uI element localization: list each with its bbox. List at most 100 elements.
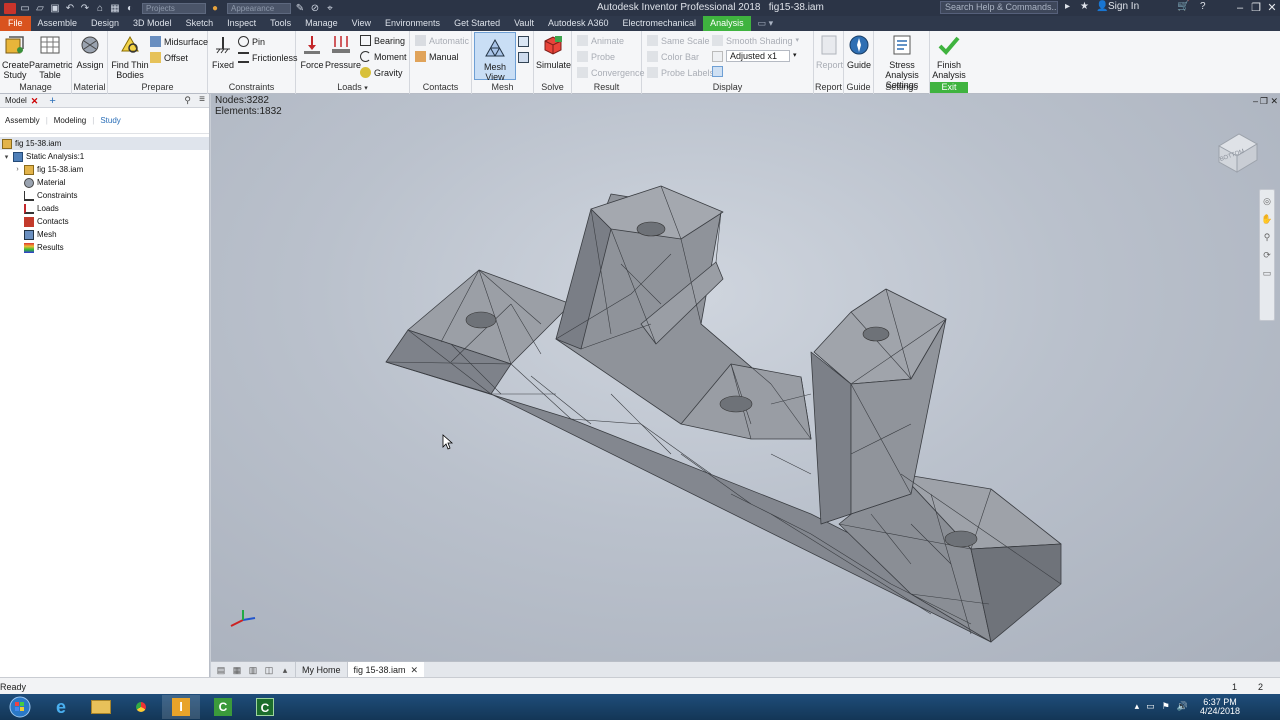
projects-combo[interactable]: Projects bbox=[142, 2, 206, 14]
tree-node-static-analysis[interactable]: ▾ Static Analysis:1 bbox=[3, 150, 84, 163]
view-cube[interactable]: BOTTOM bbox=[1211, 124, 1261, 179]
tab-3d-model[interactable]: 3D Model bbox=[126, 16, 179, 31]
tab-inspect[interactable]: Inspect bbox=[220, 16, 263, 31]
bearing-button[interactable]: Bearing bbox=[360, 35, 405, 46]
tab-tools[interactable]: Tools bbox=[263, 16, 298, 31]
force-button[interactable]: Force bbox=[299, 33, 325, 70]
adjust-icon[interactable]: ✎ bbox=[294, 3, 306, 14]
mode-modeling[interactable]: Modeling bbox=[54, 116, 86, 125]
tab-environments[interactable]: Environments bbox=[378, 16, 447, 31]
tray-expand-icon[interactable]: ▴ bbox=[1135, 701, 1140, 712]
cart-icon[interactable]: 🛒 bbox=[1177, 1, 1189, 12]
home-icon[interactable]: ⌂ bbox=[94, 3, 106, 14]
offset-button[interactable]: Offset bbox=[150, 52, 188, 63]
zoom-icon[interactable]: ⚲ bbox=[1260, 230, 1274, 244]
cascade-icon[interactable]: ▥ bbox=[247, 665, 259, 675]
finish-analysis-button[interactable]: Finish Analysis bbox=[931, 33, 967, 80]
taskbar-chrome[interactable] bbox=[122, 695, 160, 719]
close-icon[interactable]: ✕ bbox=[31, 94, 39, 108]
tab-file[interactable]: File bbox=[0, 16, 31, 31]
tab-manage[interactable]: Manage bbox=[298, 16, 345, 31]
app-menu-icon[interactable] bbox=[4, 2, 16, 14]
taskbar-camtasia[interactable]: C bbox=[204, 695, 242, 719]
same-scale-button[interactable]: Same Scale bbox=[647, 35, 710, 46]
color-bar-button[interactable]: Color Bar bbox=[647, 51, 699, 62]
tab-get-started[interactable]: Get Started bbox=[447, 16, 507, 31]
user-icon[interactable]: 👤 bbox=[1096, 1, 1108, 12]
orbit-icon[interactable]: ⟳ bbox=[1260, 248, 1274, 262]
browser-tab-model[interactable]: Model ✕ bbox=[0, 94, 43, 108]
search-icon[interactable]: ⚲ bbox=[184, 95, 191, 106]
tree-node-loads[interactable]: Loads bbox=[14, 202, 59, 215]
browser-menu-icon[interactable]: ≡ bbox=[199, 94, 205, 105]
taskbar-ie[interactable]: e bbox=[42, 695, 80, 719]
deformation-scale-dropdown[interactable]: Adjusted x1 ▾ bbox=[712, 50, 797, 62]
collapse-icon[interactable]: ▾ bbox=[3, 153, 10, 161]
new-icon[interactable]: ▭ bbox=[19, 3, 31, 14]
gravity-button[interactable]: Gravity bbox=[360, 67, 403, 78]
tab-electromechanical[interactable]: Electromechanical bbox=[616, 16, 704, 31]
panel-title-loads[interactable]: Loads ▾ bbox=[296, 82, 409, 93]
tab-analysis[interactable]: Analysis bbox=[703, 16, 751, 31]
mode-assembly[interactable]: Assembly bbox=[5, 116, 40, 125]
assign-button[interactable]: Assign bbox=[76, 33, 104, 70]
parametric-table-button[interactable]: Parametric Table bbox=[29, 33, 73, 80]
tab-list-icon[interactable]: ▴ bbox=[279, 665, 291, 675]
help-icon[interactable]: ? bbox=[1200, 1, 1206, 12]
displacement-button[interactable] bbox=[712, 66, 723, 77]
tray-flag-icon[interactable]: ⚑ bbox=[1162, 701, 1170, 712]
tile-icon[interactable]: ▤ bbox=[215, 665, 227, 675]
tab-assemble[interactable]: Assemble bbox=[31, 16, 85, 31]
tree-node-assembly[interactable]: › fig 15-38.iam bbox=[14, 163, 83, 176]
tray-volume-icon[interactable]: 🔊 bbox=[1177, 701, 1188, 712]
mesh-settings-button[interactable] bbox=[518, 36, 529, 47]
arrange-icon[interactable]: ▦ bbox=[231, 665, 243, 675]
convergence-button[interactable]: Convergence bbox=[577, 67, 645, 78]
update-icon[interactable]: ◐ bbox=[124, 3, 136, 14]
pressure-button[interactable]: Pressure bbox=[325, 33, 361, 70]
pan-icon[interactable]: ✋ bbox=[1260, 212, 1274, 226]
tab-view[interactable]: View bbox=[345, 16, 378, 31]
create-study-button[interactable]: Create Study bbox=[2, 33, 29, 80]
probe-button[interactable]: Probe bbox=[577, 51, 615, 62]
select-icon[interactable]: ▦ bbox=[109, 3, 121, 14]
simulate-button[interactable]: Simulate bbox=[536, 33, 571, 70]
steering-wheel-icon[interactable]: ◎ bbox=[1260, 194, 1274, 208]
undo-icon[interactable]: ↶ bbox=[64, 3, 76, 14]
tree-node-material[interactable]: Material bbox=[14, 176, 65, 189]
measure-icon[interactable]: ⌖ bbox=[324, 3, 336, 14]
taskbar-explorer[interactable] bbox=[82, 695, 120, 719]
redo-icon[interactable]: ↷ bbox=[79, 3, 91, 14]
manual-button[interactable]: Manual bbox=[415, 51, 459, 62]
tab-current-document[interactable]: fig 15-38.iam ✕ bbox=[347, 661, 425, 678]
add-browser-tab-icon[interactable]: + bbox=[49, 95, 55, 107]
tab-autodesk-a360[interactable]: Autodesk A360 bbox=[541, 16, 616, 31]
fixed-button[interactable]: Fixed bbox=[211, 33, 235, 70]
help-search-input[interactable]: Search Help & Commands... bbox=[940, 1, 1058, 14]
search-arrow-icon[interactable]: ▸ bbox=[1065, 1, 1070, 12]
local-mesh-button[interactable] bbox=[518, 52, 529, 63]
save-icon[interactable]: ▣ bbox=[49, 3, 61, 14]
find-thin-bodies-button[interactable]: Find Thin Bodies bbox=[111, 33, 149, 80]
tree-node-results[interactable]: Results bbox=[14, 241, 64, 254]
appearance-combo[interactable]: Appearance bbox=[227, 2, 291, 14]
favorites-icon[interactable]: ★ bbox=[1080, 1, 1089, 12]
ribbon-options-icon[interactable]: ▭ ▾ bbox=[751, 16, 781, 31]
tree-node-mesh[interactable]: Mesh bbox=[14, 228, 57, 241]
tree-node-constraints[interactable]: Constraints bbox=[14, 189, 77, 202]
expand-icon[interactable]: › bbox=[14, 166, 21, 173]
tree-node-contacts[interactable]: Contacts bbox=[14, 215, 69, 228]
taskbar-recorder[interactable]: C bbox=[246, 695, 284, 719]
report-button[interactable]: Report bbox=[816, 33, 843, 70]
graphics-viewport[interactable]: Nodes:3282 Elements:1832 – ❐ ✕ BOTTOM ◎ … bbox=[211, 94, 1280, 661]
smooth-shading-dropdown[interactable]: Smooth Shading ▾ bbox=[712, 35, 799, 46]
sign-in-link[interactable]: Sign In bbox=[1108, 1, 1139, 12]
tab-vault[interactable]: Vault bbox=[507, 16, 541, 31]
close-tab-icon[interactable]: ✕ bbox=[411, 662, 419, 678]
tab-my-home[interactable]: My Home bbox=[295, 661, 348, 678]
clear-icon[interactable]: ⊘ bbox=[309, 3, 321, 14]
automatic-button[interactable]: Automatic bbox=[415, 35, 469, 46]
split-icon[interactable]: ◫ bbox=[263, 665, 275, 675]
pin-button[interactable]: Pin bbox=[238, 36, 265, 47]
close-button[interactable]: ✕ bbox=[1263, 0, 1280, 16]
